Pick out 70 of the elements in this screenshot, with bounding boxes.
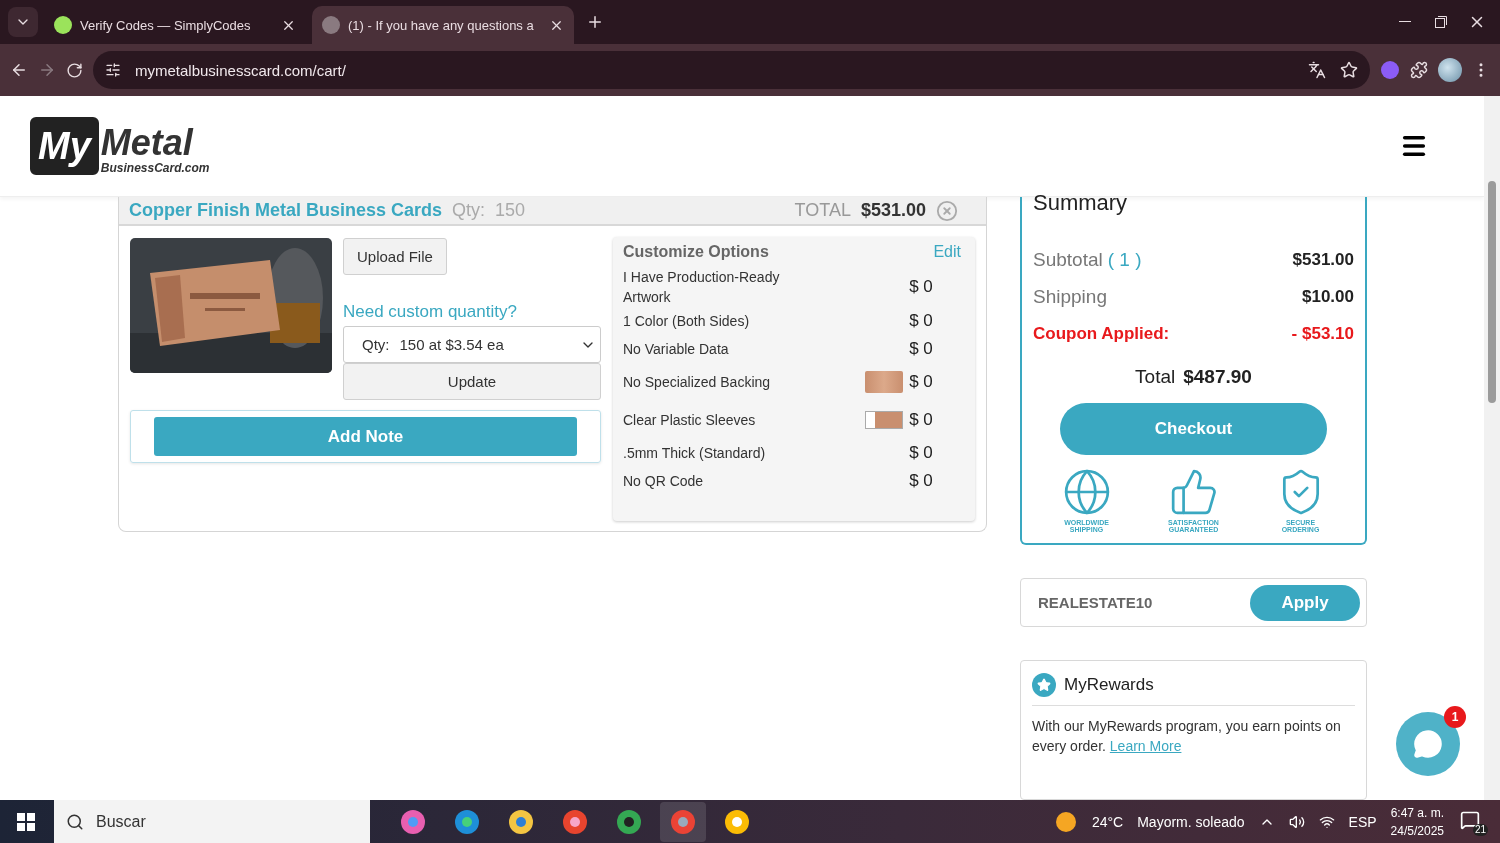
extensions-icon[interactable] <box>1410 61 1428 79</box>
rewards-title: MyRewards <box>1064 675 1154 695</box>
total-label: TOTAL <box>794 200 851 221</box>
favicon-icon <box>54 16 72 34</box>
summary-title: Summary <box>1033 197 1129 217</box>
browser-tab[interactable]: Verify Codes — SimplyCodes <box>44 6 306 44</box>
quantity-select[interactable]: Qty: 150 at $3.54 ea <box>343 326 601 363</box>
notifications-button[interactable]: 21 <box>1458 807 1488 836</box>
logo[interactable]: My Metal BusinessCard.com <box>30 117 210 175</box>
profile-avatar[interactable] <box>1438 58 1462 82</box>
summary-value: $10.00 <box>1302 286 1354 307</box>
rewards-text: With our MyRewards program, you earn points on every order. Learn More <box>1032 717 1342 756</box>
notification-badge: 1 <box>1444 706 1466 728</box>
option-price: $ 0 <box>909 339 934 359</box>
copper-swatch <box>865 371 904 393</box>
option-price: $ 0 <box>909 471 934 491</box>
clock[interactable]: 6:47 a. m. 24/5/2025 <box>1390 803 1444 840</box>
favicon-icon <box>322 16 340 34</box>
qty-value: 150 <box>495 200 526 221</box>
option-label: Clear Plastic Sleeves <box>623 411 757 430</box>
weather-text: Mayorm. soleado <box>1137 813 1245 830</box>
summary-value: - $53.10 <box>1291 323 1354 344</box>
option-label: I Have Production-Ready Artwork <box>623 268 781 307</box>
total-value: $531.00 <box>860 200 926 221</box>
restore-icon[interactable] <box>1435 16 1447 28</box>
weather-icon[interactable] <box>1053 809 1078 834</box>
translate-icon[interactable] <box>1308 61 1326 79</box>
option-price: $ 0 <box>909 277 934 297</box>
language-indicator[interactable]: ESP <box>1348 813 1377 830</box>
summary-label: Subtotal <box>1033 248 1103 270</box>
qty-label: Qty: <box>452 200 486 221</box>
total-label: Total <box>1135 366 1176 388</box>
summary-label: Shipping <box>1033 285 1107 307</box>
option-label: No Specialized Backing <box>623 373 772 392</box>
forward-icon[interactable] <box>38 61 56 79</box>
taskbar-search-field[interactable]: Buscar <box>54 800 370 843</box>
sleeve-swatch <box>865 411 904 429</box>
windows-logo-icon[interactable] <box>17 812 35 831</box>
item-count: ( 1 ) <box>1107 248 1142 270</box>
bookmark-icon[interactable] <box>1340 61 1358 79</box>
option-price: $ 0 <box>909 443 934 463</box>
option-price: $ 0 <box>909 372 934 392</box>
options-title: Customize Options <box>623 243 769 261</box>
update-button[interactable]: Update <box>343 363 601 400</box>
coupon-field[interactable]: REALESTATE10 Apply <box>1020 578 1367 627</box>
option-label: No QR Code <box>623 472 705 491</box>
minimize-icon[interactable] <box>1399 21 1411 23</box>
option-label: No Variable Data <box>623 340 730 359</box>
temperature: 24°C <box>1091 813 1124 830</box>
reload-icon[interactable] <box>66 61 83 79</box>
plus-icon[interactable] <box>586 13 604 31</box>
upload-file-button[interactable]: Upload File <box>343 238 447 275</box>
site-settings-icon[interactable] <box>105 62 121 78</box>
option-price: $ 0 <box>909 410 934 430</box>
back-icon[interactable] <box>10 61 28 79</box>
option-label: 1 Color (Both Sides) <box>623 312 751 331</box>
volume-icon[interactable] <box>1288 813 1305 830</box>
summary-value: $531.00 <box>1292 249 1354 270</box>
address-bar[interactable]: mymetalbusinesscard.com/cart/ <box>93 51 1370 89</box>
scrollbar[interactable] <box>1484 96 1500 800</box>
product-title: Copper Finish Metal Business Cards <box>129 200 443 221</box>
browser-tab[interactable]: (1) - If you have any questions a <box>312 6 574 44</box>
summary-label: Coupon Applied: <box>1033 323 1170 343</box>
option-price: $ 0 <box>909 311 934 331</box>
option-label: .5mm Thick (Standard) <box>623 444 767 463</box>
extension-icon[interactable] <box>1380 60 1400 80</box>
total-value: $487.90 <box>1183 366 1252 388</box>
tab-list-button[interactable] <box>8 7 38 37</box>
search-icon[interactable] <box>66 812 84 831</box>
chat-button[interactable] <box>1396 712 1460 776</box>
